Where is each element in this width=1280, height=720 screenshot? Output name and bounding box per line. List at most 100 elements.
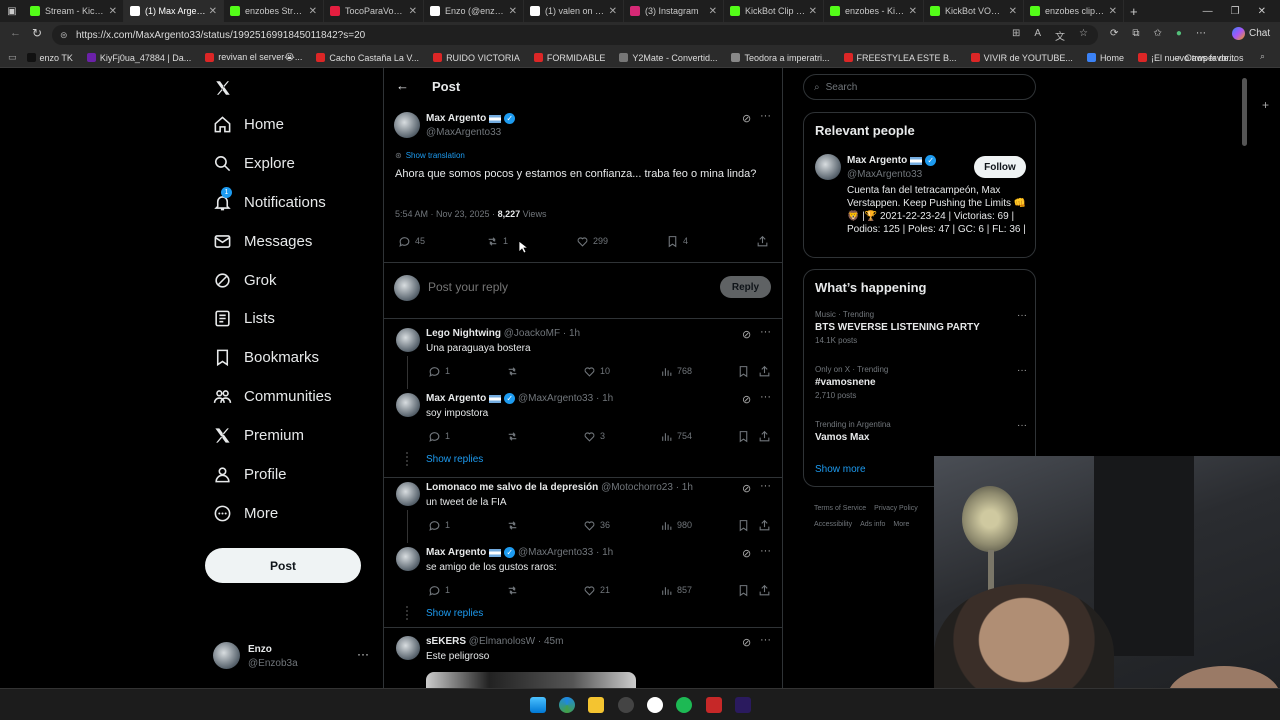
bookmark-button[interactable]: [737, 430, 754, 443]
reply-button[interactable]: 45: [398, 235, 425, 248]
other-favorites[interactable]: ▱ Otros favoritos: [1174, 52, 1243, 63]
repost-button[interactable]: [506, 584, 523, 597]
grok-icon[interactable]: ⊘: [742, 112, 751, 125]
repost-button[interactable]: 1: [486, 235, 508, 248]
author-name[interactable]: Max Argento: [426, 113, 486, 124]
grok-icon[interactable]: ⊘: [742, 328, 751, 341]
show-replies-link[interactable]: Show replies: [426, 608, 483, 619]
more-dots-icon[interactable]: ···: [760, 326, 771, 338]
reply-button[interactable]: Reply: [720, 276, 771, 298]
trend-item[interactable]: Only on X · Trending #vamosnene 2,710 po…: [815, 365, 1027, 400]
more-dots-icon[interactable]: ···: [760, 634, 771, 646]
author-handle[interactable]: @Motochorro23: [601, 482, 673, 493]
share-button[interactable]: [758, 430, 775, 443]
more-dots-icon[interactable]: ···: [760, 110, 771, 122]
avatar[interactable]: [396, 393, 420, 417]
more-dots-icon[interactable]: ···: [1017, 365, 1027, 376]
author-handle[interactable]: @MaxArgento33: [426, 127, 501, 138]
close-tab-icon[interactable]: ✕: [809, 6, 817, 17]
x-logo-icon[interactable]: [214, 79, 232, 97]
browser-tab[interactable]: KickBot VOD Edi✕: [924, 0, 1024, 22]
reply-post[interactable]: Lomonaco me salvo de la depresión @Motoc…: [384, 480, 782, 540]
extension-icon[interactable]: ⧉: [1132, 28, 1139, 39]
like-button[interactable]: 10: [583, 365, 610, 378]
bookmark-item[interactable]: enzo TK: [26, 52, 73, 63]
copilot-chat-button[interactable]: Chat: [1232, 27, 1270, 40]
post-button[interactable]: Post: [205, 548, 361, 583]
favorites-icon[interactable]: ✩: [1154, 28, 1162, 39]
back-arrow-icon[interactable]: ←: [396, 78, 409, 93]
footer-accessibility[interactable]: Accessibility: [814, 521, 852, 528]
trend-item[interactable]: Music · Trending BTS WEVERSE LISTENING P…: [815, 310, 1027, 345]
browser-tab[interactable]: Enzo (@enzob3a✕: [424, 0, 524, 22]
bookmark-item[interactable]: KiyFj0ua_47884 | Da...: [86, 52, 191, 63]
browser-tab[interactable]: enzobes clipped ✕: [1024, 0, 1124, 22]
bookmark-item[interactable]: FORMIDABLE: [533, 52, 605, 63]
favorite-star-icon[interactable]: ☆: [1079, 28, 1088, 43]
like-button[interactable]: 21: [583, 584, 610, 597]
like-button[interactable]: 299: [576, 235, 608, 248]
grok-icon[interactable]: ⊘: [742, 547, 751, 560]
sidebar-item-explore[interactable]: Explore: [213, 154, 295, 173]
more-dots-icon[interactable]: ···: [760, 545, 771, 557]
show-translation-link[interactable]: ⊛ Show translation: [395, 151, 465, 160]
close-tab-icon[interactable]: ✕: [709, 6, 717, 17]
bookmark-item[interactable]: Home: [1086, 52, 1124, 63]
bookmark-button[interactable]: [737, 365, 754, 378]
close-tab-icon[interactable]: ✕: [609, 6, 617, 17]
profile-avatar-icon[interactable]: ●: [1176, 28, 1182, 39]
grok-icon[interactable]: ⊘: [742, 482, 751, 495]
page-scrollbar[interactable]: [1242, 78, 1247, 146]
views-button[interactable]: 754: [660, 430, 692, 443]
media-preview[interactable]: [426, 672, 636, 688]
close-tab-icon[interactable]: ✕: [509, 6, 517, 17]
close-tab-icon[interactable]: ✕: [209, 6, 217, 17]
reply-button[interactable]: 1: [428, 519, 450, 532]
add-sidebar-icon[interactable]: +: [1262, 98, 1269, 112]
translate-icon[interactable]: 文: [1055, 28, 1065, 43]
trend-item[interactable]: Trending in Argentina Vamos Max ···: [815, 420, 1027, 446]
back-icon[interactable]: ←: [10, 27, 21, 39]
account-switcher[interactable]: Enzo @Enzob3a ···: [213, 641, 373, 671]
bookmark-item[interactable]: VIVIR de YOUTUBE...: [970, 52, 1073, 63]
browser-tab[interactable]: KickBot Clip Cor ✕: [724, 0, 824, 22]
show-more-link[interactable]: Show more: [815, 464, 866, 475]
avatar[interactable]: [396, 547, 420, 571]
browser-tab[interactable]: enzobes - KickBo✕: [824, 0, 924, 22]
author-name[interactable]: Lego Nightwing: [426, 328, 501, 339]
reply-input[interactable]: [428, 277, 698, 297]
windows-start-icon[interactable]: [530, 697, 546, 713]
bookmark-item[interactable]: revivan el server😭...: [205, 52, 302, 63]
sidebar-item-messages[interactable]: Messages: [213, 232, 312, 251]
author-handle[interactable]: @MaxArgento33: [518, 547, 593, 558]
spotify-icon[interactable]: [676, 697, 692, 713]
reply-post[interactable]: Max Argento ✓ @MaxArgento33 · 1h ⊘ ··· so…: [384, 391, 782, 451]
footer-privacy[interactable]: Privacy Policy: [874, 505, 918, 512]
bookmark-item[interactable]: RUIDO VICTORIA: [433, 52, 520, 63]
views-button[interactable]: 768: [660, 365, 692, 378]
share-button[interactable]: [758, 519, 775, 532]
site-info-icon[interactable]: ⊜: [60, 30, 68, 41]
person-handle[interactable]: @MaxArgento33: [847, 169, 922, 180]
new-tab-button[interactable]: +: [1130, 4, 1138, 19]
minimize-icon[interactable]: —: [1203, 6, 1213, 17]
sidebar-item-home[interactable]: Home: [213, 115, 284, 134]
browser-menu-icon[interactable]: ▣: [0, 0, 24, 22]
sidebar-item-lists[interactable]: Lists: [213, 309, 275, 328]
sidebar-item-more[interactable]: More: [213, 504, 278, 523]
bookmark-item[interactable]: FREESTYLEA ESTE B...: [843, 52, 957, 63]
bookmark-item[interactable]: Cacho Castaña La V...: [316, 52, 419, 63]
menu-dots-icon[interactable]: ⋯: [1196, 28, 1206, 39]
close-tab-icon[interactable]: ✕: [1009, 6, 1017, 17]
obs-icon[interactable]: [618, 697, 634, 713]
show-replies-link[interactable]: Show replies: [426, 454, 483, 465]
sidebar-search-icon[interactable]: ⌕: [1260, 51, 1265, 62]
share-button[interactable]: [758, 584, 775, 597]
author-handle[interactable]: @JoackoMF: [504, 328, 560, 339]
close-tab-icon[interactable]: ✕: [1109, 6, 1117, 17]
grok-icon[interactable]: ⊘: [742, 636, 751, 649]
views-button[interactable]: 980: [660, 519, 692, 532]
browser-tab[interactable]: enzobes Stream ✕: [224, 0, 324, 22]
reply-button[interactable]: 1: [428, 584, 450, 597]
repost-button[interactable]: [506, 430, 523, 443]
